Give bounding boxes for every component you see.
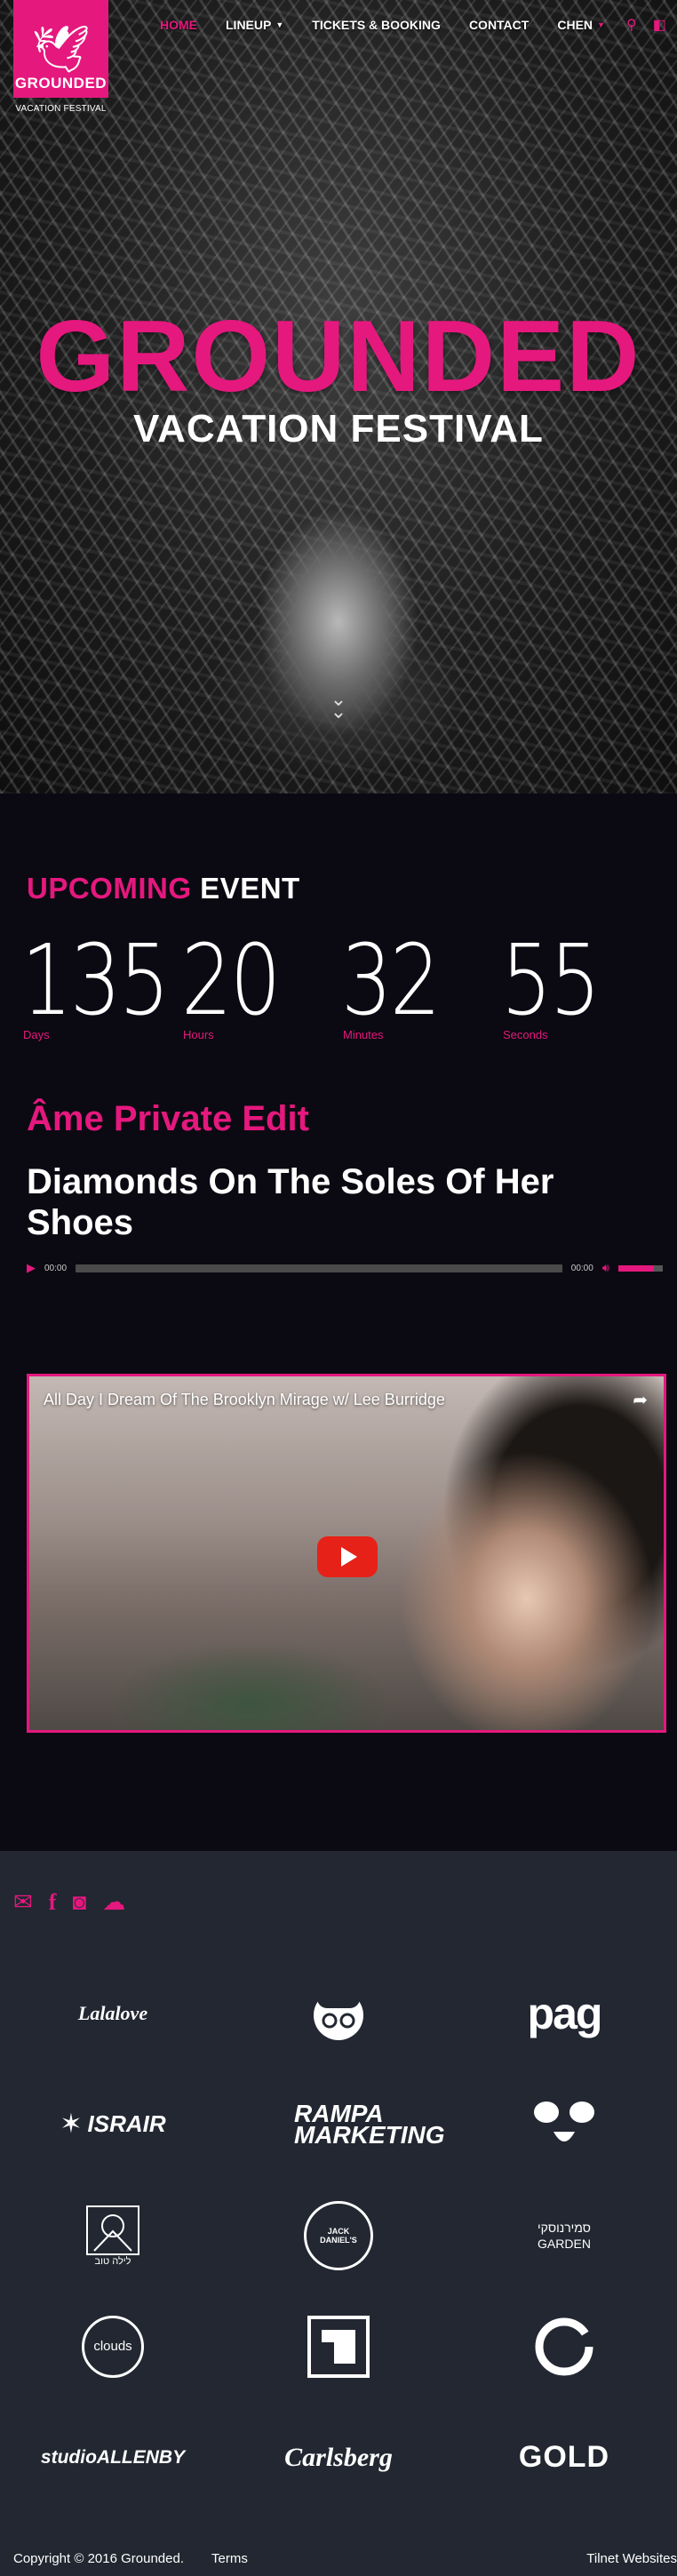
nav-icons: ⚲ ◧ [626, 16, 666, 34]
star-icon: ✶ [60, 2109, 83, 2139]
sponsor-laila-tov[interactable]: לילה טוב [0, 2180, 226, 2291]
upcoming-event-section: UPCOMING EVENT 135 Days 20 Hours 32 Minu… [0, 794, 677, 1851]
countdown-days: 135 Days [21, 923, 181, 1042]
event-heading: UPCOMING EVENT [27, 872, 300, 905]
play-icon [341, 1547, 357, 1567]
square-logo-icon [307, 2315, 370, 2378]
volume-slider[interactable] [618, 1264, 663, 1272]
logo-text: GROUNDED [14, 75, 108, 92]
sponsor-name: סמירנוסקי GARDEN [538, 2220, 591, 2251]
countdown-label: Seconds [503, 1028, 548, 1041]
footer-bottom-bar: Copyright © 2016 Grounded. Terms Tilnet … [0, 2544, 677, 2576]
volume-level [618, 1264, 654, 1272]
sponsor-name: pag [527, 1988, 603, 2038]
sponsor-carlsberg[interactable]: Carlsberg [226, 2402, 451, 2513]
sponsor-name: clouds [82, 2315, 144, 2378]
social-links: ✉ f ◙ ☁ [13, 1888, 125, 1916]
track-artist: Âme Private Edit [27, 1099, 309, 1138]
terms-link[interactable]: Terms [211, 2551, 248, 2566]
cart-icon[interactable]: ◧ [653, 16, 666, 34]
panda-logo-icon [534, 2101, 594, 2141]
ring-logo-icon [535, 2317, 593, 2375]
sponsor-name: GOLD [518, 2440, 610, 2474]
sponsor-grid: Lalalove pag ✶ ISRAIR RAMPA MARKETING ליל… [0, 1958, 677, 2513]
hero-subtitle: VACATION FESTIVAL [133, 407, 544, 451]
sponsor-name: לילה טוב [94, 2255, 131, 2267]
nav-label: HOME [160, 18, 197, 32]
sponsor-square-logo[interactable] [226, 2291, 451, 2402]
main-nav: HOME LINEUP ▼ TICKETS & BOOKING CONTACT C… [160, 18, 633, 32]
scroll-down-icon[interactable]: ⌄ ⌄ [328, 690, 349, 722]
sponsor-rampa[interactable]: RAMPA MARKETING [226, 2069, 451, 2180]
nav-item-contact[interactable]: CONTACT [469, 18, 529, 32]
sponsor-clouds[interactable]: clouds [0, 2291, 226, 2402]
nav-item-home[interactable]: HOME [160, 18, 197, 32]
share-icon[interactable]: ➦ [633, 1389, 648, 1411]
progress-bar[interactable] [76, 1264, 562, 1272]
instagram-icon[interactable]: ◙ [72, 1888, 86, 1916]
nav-item-chen[interactable]: CHEN ▼ [557, 18, 605, 32]
mail-icon[interactable]: ✉ [13, 1888, 33, 1916]
search-icon[interactable]: ⚲ [626, 16, 637, 34]
youtube-play-button[interactable] [317, 1536, 378, 1577]
duration: 00:00 [570, 1263, 593, 1273]
logo-tagline: VACATION FESTIVAL [15, 104, 107, 114]
site-logo[interactable]: 🕊 GROUNDED [13, 0, 108, 98]
sponsor-name: Carlsberg [284, 2442, 393, 2472]
countdown-label: Hours [183, 1028, 214, 1041]
sponsor-face-logo[interactable] [226, 1958, 451, 2069]
countdown-value: 55 [501, 923, 601, 1037]
sponsor-name: studioALLENBY [40, 2446, 186, 2468]
play-icon[interactable]: ▶ [27, 1261, 36, 1275]
sponsor-name: Lalalove [77, 2001, 148, 2024]
sponsor-israir[interactable]: ✶ ISRAIR [0, 2069, 226, 2180]
sponsor-ring-logo[interactable] [451, 2291, 677, 2402]
nav-item-lineup[interactable]: LINEUP ▼ [226, 18, 283, 32]
volume-icon[interactable]: 🔊︎ [602, 1261, 609, 1275]
sponsor-gold[interactable]: GOLD [451, 2402, 677, 2513]
sponsor-name: ISRAIR [87, 2110, 166, 2137]
countdown-minutes: 32 Minutes [341, 923, 501, 1042]
event-heading-highlight: UPCOMING [27, 872, 192, 905]
sponsor-pag[interactable]: pag [451, 1958, 677, 2069]
soundcloud-icon[interactable]: ☁ [102, 1888, 125, 1916]
sponsor-jack-daniels[interactable]: JACK DANIEL'S [226, 2180, 451, 2291]
laila-tov-logo-icon [86, 2205, 139, 2255]
chevron-down-icon: ▼ [597, 20, 605, 29]
credit-link[interactable]: Tilnet Websites [586, 2551, 677, 2566]
sponsor-name: RAMPA MARKETING [294, 2099, 445, 2149]
nav-label: LINEUP [226, 18, 272, 32]
video-title[interactable]: All Day I Dream Of The Brooklyn Mirage w… [44, 1391, 445, 1409]
site-footer: ✉ f ◙ ☁ Lalalove pag ✶ ISRAIR RAMPA MARKE… [0, 1851, 677, 2576]
nav-label: CHEN [557, 18, 593, 32]
event-heading-rest: EVENT [200, 872, 300, 905]
nav-label: CONTACT [468, 18, 530, 32]
countdown-seconds: 55 Seconds [501, 923, 661, 1042]
sponsor-studio-allenby[interactable]: studioALLENBY [0, 2402, 226, 2513]
hero-title: GROUNDED [36, 300, 641, 413]
current-time: 00:00 [44, 1263, 68, 1273]
video-embed[interactable]: All Day I Dream Of The Brooklyn Mirage w… [27, 1374, 666, 1733]
facebook-icon[interactable]: f [49, 1889, 57, 1916]
copyright-text: Copyright © 2016 Grounded. [13, 2551, 185, 2566]
sponsor-smirnoff-garden[interactable]: סמירנוסקי GARDEN [451, 2180, 677, 2291]
countdown-hours: 20 Hours [181, 923, 341, 1042]
face-logo-icon [314, 1988, 363, 2040]
track-title: Diamonds On The Soles Of Her Shoes [27, 1162, 554, 1242]
sponsor-panda[interactable] [451, 2069, 677, 2180]
nav-item-tickets[interactable]: TICKETS & BOOKING [312, 18, 441, 32]
countdown-label: Minutes [343, 1028, 384, 1041]
sponsor-lalalove[interactable]: Lalalove [0, 1958, 226, 2069]
audio-player: ▶ 00:00 00:00 🔊︎ [27, 1259, 663, 1277]
nav-label: TICKETS & BOOKING [312, 18, 441, 32]
countdown-value: 135 [21, 923, 170, 1037]
sponsor-name: JACK DANIEL'S [304, 2200, 373, 2270]
countdown-timer: 135 Days 20 Hours 32 Minutes 55 Seconds [21, 923, 661, 1042]
chevron-down-icon: ▼ [275, 20, 284, 29]
phoenix-icon: 🕊 [31, 24, 91, 76]
countdown-value: 20 [181, 923, 281, 1037]
hero-section: 🕊 GROUNDED VACATION FESTIVAL HOME LINEUP… [0, 0, 677, 794]
countdown-label: Days [23, 1028, 50, 1041]
countdown-value: 32 [341, 923, 441, 1037]
